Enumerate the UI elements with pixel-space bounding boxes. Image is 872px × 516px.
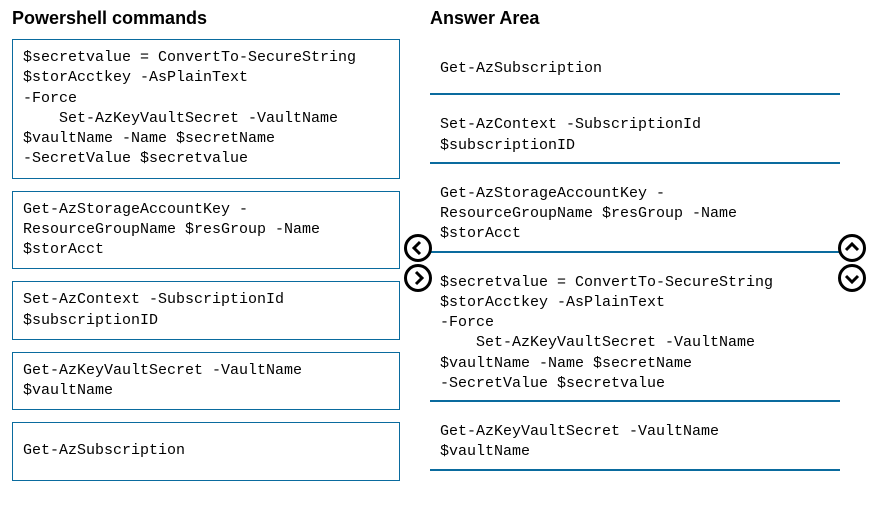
right-title: Answer Area	[430, 8, 840, 29]
command-item[interactable]: Set-AzContext -SubscriptionId $subscript…	[12, 281, 400, 340]
answer-text: $secretvalue = ConvertTo-SecureString $s…	[440, 273, 830, 395]
move-controls-horizontal	[404, 234, 432, 292]
answer-text: Get-AzStorageAccountKey - ResourceGroupN…	[440, 184, 830, 245]
command-item[interactable]: $secretvalue = ConvertTo-SecureString $s…	[12, 39, 400, 179]
move-right-button[interactable]	[404, 264, 432, 292]
move-down-button[interactable]	[838, 264, 866, 292]
answer-area-column: Answer Area Get-AzSubscription Set-AzCon…	[430, 8, 840, 481]
command-text: Get-AzKeyVaultSecret -VaultName $vaultNa…	[23, 361, 389, 402]
answer-slot[interactable]: Get-AzKeyVaultSecret -VaultName $vaultNa…	[430, 412, 840, 471]
command-text: Get-AzStorageAccountKey - ResourceGroupN…	[23, 200, 389, 261]
chevron-down-icon	[844, 270, 860, 286]
command-item[interactable]: Get-AzStorageAccountKey - ResourceGroupN…	[12, 191, 400, 270]
powershell-commands-column: Powershell commands $secretvalue = Conve…	[12, 8, 400, 493]
answer-text: Get-AzKeyVaultSecret -VaultName $vaultNa…	[440, 422, 830, 463]
move-controls-vertical	[838, 234, 866, 292]
command-item[interactable]: Get-AzKeyVaultSecret -VaultName $vaultNa…	[12, 352, 400, 411]
left-title: Powershell commands	[12, 8, 400, 29]
answer-slot[interactable]: Set-AzContext -SubscriptionId $subscript…	[430, 105, 840, 164]
answer-text: Get-AzSubscription	[440, 59, 830, 79]
command-text: $secretvalue = ConvertTo-SecureString $s…	[23, 48, 389, 170]
chevron-right-icon	[410, 270, 426, 286]
chevron-up-icon	[844, 240, 860, 256]
move-up-button[interactable]	[838, 234, 866, 262]
answer-text: Set-AzContext -SubscriptionId $subscript…	[440, 115, 830, 156]
chevron-left-icon	[410, 240, 426, 256]
answer-slot[interactable]: $secretvalue = ConvertTo-SecureString $s…	[430, 263, 840, 403]
command-text: Set-AzContext -SubscriptionId $subscript…	[23, 290, 389, 331]
command-item[interactable]: Get-AzSubscription	[12, 422, 400, 480]
answer-slot[interactable]: Get-AzStorageAccountKey - ResourceGroupN…	[430, 174, 840, 253]
move-left-button[interactable]	[404, 234, 432, 262]
command-text: Get-AzSubscription	[23, 441, 389, 461]
answer-slot[interactable]: Get-AzSubscription	[430, 39, 840, 95]
